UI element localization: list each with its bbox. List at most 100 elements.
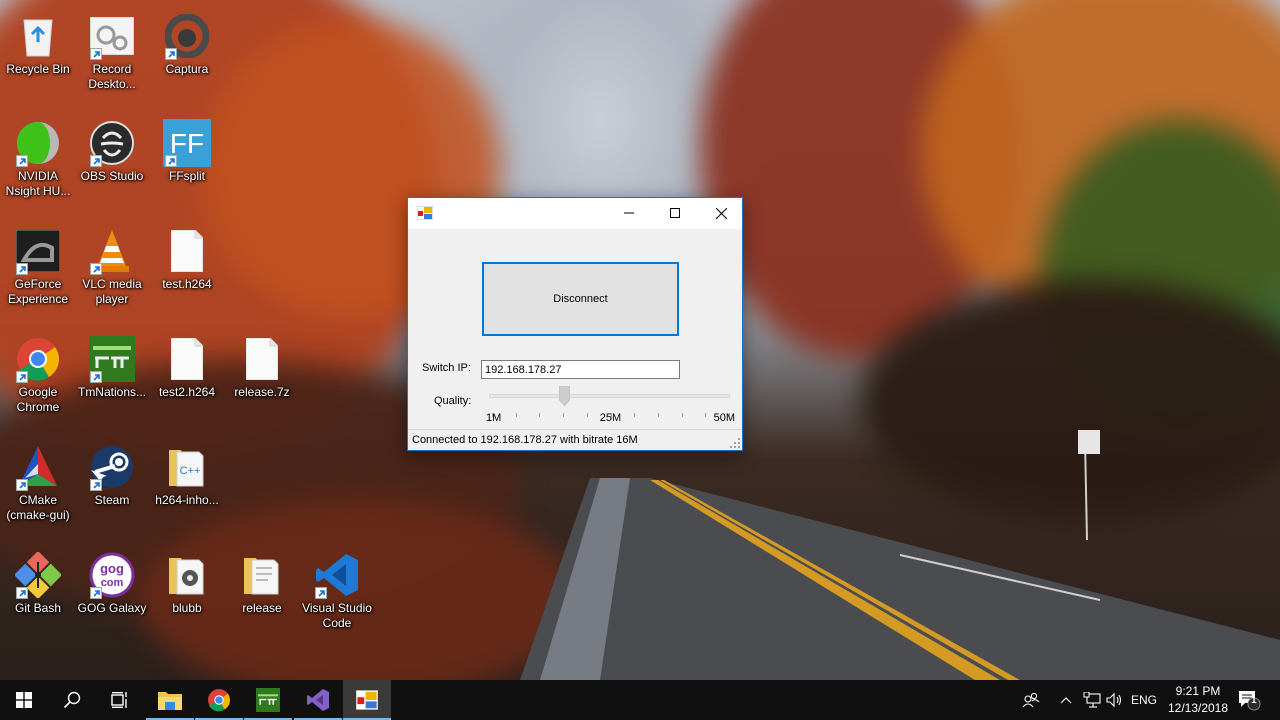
shortcut-arrow-icon [16, 479, 28, 491]
desktop-icon-cmake-gui[interactable]: CMake (cmake-gui) [0, 437, 76, 523]
shortcut-arrow-icon [90, 587, 102, 599]
geforce-icon [14, 227, 62, 275]
disconnect-button[interactable]: Disconnect [482, 262, 679, 336]
folder-icon [238, 551, 286, 599]
tmnations-icon [256, 688, 280, 712]
desktop-icon-label: NVIDIA Nsight HU... [5, 169, 71, 198]
show-hidden-icons-button[interactable] [1058, 680, 1074, 720]
people-button[interactable] [1018, 680, 1044, 720]
desktop-icon-record-desktop[interactable]: Record Deskto... [74, 6, 150, 92]
notification-count-badge: 1 [1251, 695, 1257, 706]
clock-time: 9:21 PM [1175, 684, 1221, 698]
language-indicator: ENG [1130, 693, 1157, 707]
desktop-icon-label: test2.h264 [158, 385, 216, 399]
shortcut-arrow-icon [90, 371, 102, 383]
desktop-icon-geforce-experience[interactable]: GeForce Experience [0, 221, 76, 307]
desktop-icon-ffsplit[interactable]: FF FFsplit [149, 113, 225, 184]
slider-thumb[interactable] [559, 386, 571, 406]
cmake-icon [14, 443, 62, 491]
tick-label-min: 1M [486, 412, 502, 424]
desktop-icon-captura[interactable]: Captura [149, 6, 225, 77]
tmnations-icon [88, 335, 136, 383]
taskbar-file-explorer[interactable] [146, 680, 194, 720]
maximize-button[interactable] [652, 198, 698, 228]
file-explorer-icon [158, 692, 182, 710]
slider-tick [515, 413, 517, 417]
desktop-icon-label: OBS Studio [80, 169, 144, 183]
file-icon [238, 335, 286, 383]
desktop-icon-test-h264[interactable]: test.h264 [149, 221, 225, 292]
shortcut-arrow-icon [315, 587, 327, 599]
vlc-cone-icon [88, 227, 136, 275]
captura-icon [163, 12, 211, 60]
search-button[interactable] [48, 680, 96, 720]
desktop-icon-label: release [242, 601, 282, 615]
desktop-icon-recycle-bin[interactable]: Recycle Bin [0, 6, 76, 77]
desktop-icon-nvidia-nsight[interactable]: NVIDIA Nsight HU... [0, 113, 76, 199]
desktop-icon-gog-galaxy[interactable]: gog com GOG Galaxy [74, 545, 150, 616]
close-icon [715, 207, 727, 219]
shortcut-arrow-icon [90, 48, 102, 60]
volume-button[interactable] [1104, 680, 1126, 720]
windows-logo-icon [16, 692, 32, 708]
nvidia-nsight-icon [14, 119, 62, 167]
task-view-button[interactable] [96, 680, 144, 720]
desktop-icon-label: GeForce Experience [7, 277, 69, 306]
action-center-button[interactable]: 1 [1234, 680, 1264, 720]
chevron-up-icon [1060, 697, 1072, 704]
desktop-icon-vscode[interactable]: Visual Studio Code [299, 545, 375, 631]
shortcut-arrow-icon [165, 48, 177, 60]
input-language-button[interactable]: ENG [1128, 680, 1160, 720]
folder-icon: C++ [163, 443, 211, 491]
slider-tick [681, 413, 683, 417]
slider-track [489, 394, 730, 398]
clock-button[interactable]: 9:21 PM 12/13/2018 [1160, 683, 1236, 717]
shortcut-arrow-icon [90, 155, 102, 167]
desktop-icon-label: Visual Studio Code [302, 601, 372, 630]
minimize-icon [624, 212, 634, 214]
folder-icon [163, 551, 211, 599]
vscode-icon [313, 551, 361, 599]
tick-label-mid: 25M [599, 412, 622, 424]
desktop-icon-obs-studio[interactable]: OBS Studio [74, 113, 150, 184]
ffsplit-icon: FF [163, 119, 211, 167]
steam-icon [88, 443, 136, 491]
app-window: Disconnect Switch IP: Quality: 1M 25M 50… [407, 197, 743, 451]
taskbar-chrome[interactable] [195, 680, 243, 720]
desktop-icon-label: FFsplit [169, 169, 205, 183]
resize-grip-icon[interactable] [730, 438, 740, 448]
gog-icon: gog com [88, 551, 136, 599]
desktop-icon-label: TmNations... [77, 385, 146, 399]
title-bar[interactable] [408, 198, 742, 229]
search-icon [63, 691, 81, 709]
shortcut-arrow-icon [165, 155, 177, 167]
desktop-icon-release-7z[interactable]: release.7z [224, 329, 300, 400]
minimize-button[interactable] [606, 198, 652, 228]
taskbar-tmnations[interactable] [244, 680, 292, 720]
network-button[interactable] [1082, 680, 1102, 720]
desktop-icon-tmnations[interactable]: TmNations... [74, 329, 150, 400]
desktop-icon-h264-inho[interactable]: C++ h264-inho... [149, 437, 225, 508]
taskbar-visual-studio[interactable] [294, 680, 342, 720]
desktop-icon-label: Recycle Bin [6, 62, 70, 76]
file-icon [163, 335, 211, 383]
desktop-icon-steam[interactable]: Steam [74, 437, 150, 508]
switch-ip-input[interactable] [481, 360, 680, 379]
visual-studio-icon [307, 689, 329, 711]
shortcut-arrow-icon [90, 479, 102, 491]
desktop-icon-label: blubb [172, 601, 202, 615]
close-button[interactable] [698, 198, 744, 228]
notifications-icon [1239, 691, 1261, 711]
desktop-icon-blubb[interactable]: blubb [149, 545, 225, 616]
taskbar-winforms-app[interactable] [343, 680, 391, 720]
desktop-icon-release-folder[interactable]: release [224, 545, 300, 616]
desktop-icon-google-chrome[interactable]: Google Chrome [0, 329, 76, 415]
chrome-icon [208, 689, 230, 712]
taskbar: ENG 9:21 PM 12/13/2018 1 [0, 680, 1280, 720]
tick-label-max: 50M [713, 412, 735, 424]
desktop-icon-vlc[interactable]: VLC media player [74, 221, 150, 307]
clock-date: 12/13/2018 [1167, 701, 1229, 715]
start-button[interactable] [0, 680, 48, 720]
desktop-icon-git-bash[interactable]: Git Bash [0, 545, 76, 616]
desktop-icon-test2-h264[interactable]: test2.h264 [149, 329, 225, 400]
